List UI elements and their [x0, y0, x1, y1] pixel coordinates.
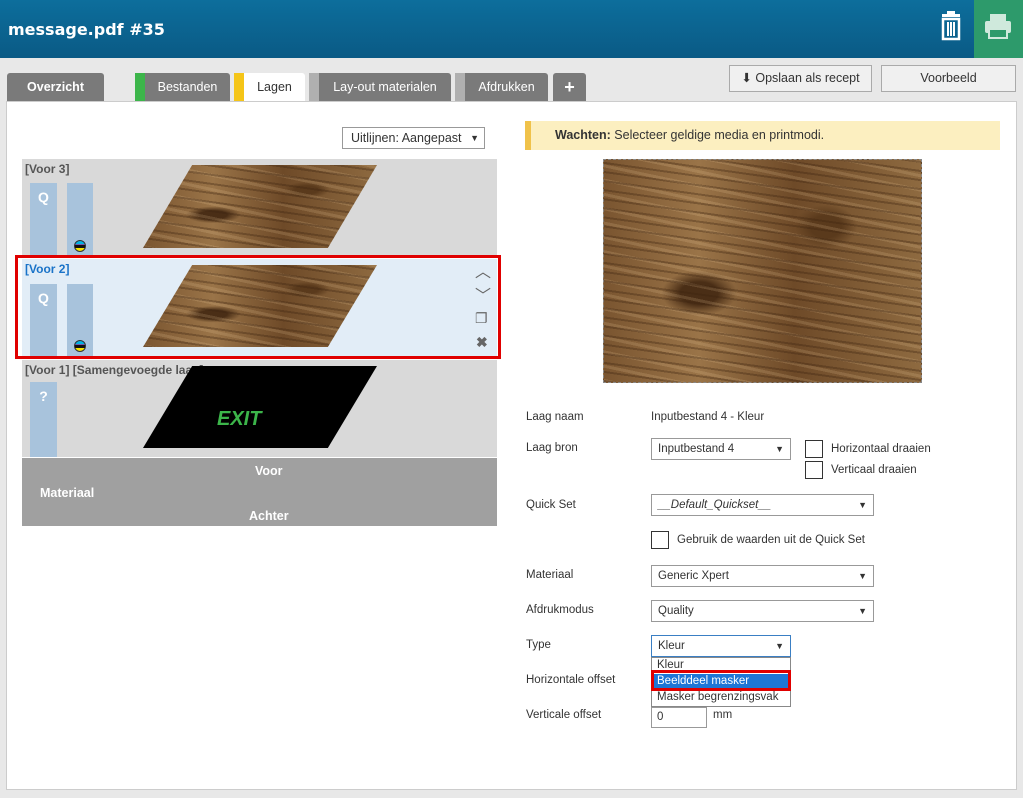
- cmyk-icon: [74, 240, 86, 252]
- status-bar: [309, 73, 319, 102]
- layer-name: [Voor 3]: [25, 162, 70, 176]
- flip-horizontal-label: Horizontaal draaien: [831, 443, 931, 455]
- printmode-label: Afdrukmodus: [526, 604, 594, 616]
- layer-name: [Voor 1] [Samengevoegde laag]: [25, 363, 204, 377]
- color-indicator: [67, 183, 93, 258]
- download-icon: ⬇: [741, 71, 752, 85]
- v-offset-label: Verticale offset: [526, 709, 602, 721]
- quality-indicator: ?: [30, 382, 57, 457]
- v-offset-input[interactable]: 0: [651, 707, 707, 728]
- warning-banner: Wachten: Selecteer geldige media en prin…: [525, 121, 1000, 150]
- dropdown-arrow-icon: ▼: [775, 444, 784, 454]
- tab-label: Bestanden: [157, 80, 218, 94]
- material-select[interactable]: Generic Xpert ▼: [651, 565, 874, 587]
- printmode-value: Quality: [658, 605, 694, 617]
- layer-name-value: Inputbestand 4 - Kleur: [651, 411, 765, 423]
- exit-sign-text: EXIT: [217, 408, 262, 430]
- quality-indicator: Q: [30, 183, 57, 258]
- material-field-label: Materiaal: [526, 569, 574, 581]
- material-label: Materiaal: [40, 486, 95, 500]
- preview-button[interactable]: Voorbeeld: [881, 65, 1016, 92]
- warning-title: Wachten:: [555, 128, 611, 142]
- dropdown-arrow-icon: ▼: [858, 606, 867, 616]
- save-recipe-label: Opslaan als recept: [755, 71, 860, 85]
- dropdown-arrow-icon: ▼: [858, 571, 867, 581]
- warning-text: Selecteer geldige media en printmodi.: [614, 128, 825, 142]
- print-button[interactable]: [974, 0, 1023, 58]
- type-label: Type: [526, 639, 551, 651]
- flip-horizontal-checkbox[interactable]: [805, 440, 823, 458]
- tab-lagen[interactable]: Lagen: [234, 73, 305, 104]
- plus-icon: +: [564, 77, 575, 97]
- tab-layout-materialen[interactable]: Lay-out materialen: [309, 73, 451, 102]
- dropdown-arrow-icon: ▼: [470, 133, 479, 143]
- layer-name-label: Laag naam: [526, 411, 584, 423]
- unit-label: mm: [713, 709, 733, 721]
- highlight-box: [651, 670, 791, 691]
- layer-row-voor-3[interactable]: [Voor 3] Q: [22, 159, 497, 258]
- flip-vertical-label: Verticaal draaien: [831, 464, 917, 476]
- tab-afdrukken[interactable]: Afdrukken: [455, 73, 548, 102]
- quickset-label: Quick Set: [526, 499, 576, 511]
- use-quickset-checkbox[interactable]: [651, 531, 669, 549]
- material-bar: Voor Materiaal Achter: [22, 458, 497, 526]
- tab-label: Overzicht: [27, 80, 84, 94]
- quality-label: ?: [39, 388, 48, 404]
- layer-row-voor-1[interactable]: [Voor 1] [Samengevoegde laag] ? EXIT: [22, 360, 497, 457]
- layer-preview-image: [603, 159, 922, 383]
- quickset-value: __Default_Quickset__: [658, 499, 772, 511]
- v-offset-value: 0: [657, 711, 664, 723]
- type-value: Kleur: [658, 640, 685, 652]
- h-offset-label: Horizontale offset: [526, 674, 616, 686]
- printer-icon: [985, 14, 1011, 39]
- trash-icon[interactable]: [936, 10, 966, 44]
- quality-label: Q: [38, 189, 49, 205]
- tab-label: Lagen: [257, 80, 292, 94]
- dropdown-arrow-icon: ▼: [858, 500, 867, 510]
- layer-source-value: Inputbestand 4: [658, 443, 735, 455]
- type-option-masker-begrenzingsvak[interactable]: Masker begrenzingsvak: [652, 690, 790, 706]
- highlight-box: [15, 255, 501, 359]
- align-select[interactable]: Uitlijnen: Aangepast ▼: [342, 127, 485, 149]
- preview-label: Voorbeeld: [920, 71, 977, 85]
- status-bar: [135, 73, 145, 102]
- layer-source-label: Laag bron: [526, 442, 578, 454]
- layer-source-select[interactable]: Inputbestand 4 ▼: [651, 438, 791, 460]
- save-recipe-button[interactable]: ⬇ Opslaan als recept: [729, 65, 872, 92]
- status-bar: [234, 73, 244, 102]
- quickset-select[interactable]: __Default_Quickset__ ▼: [651, 494, 874, 516]
- use-quickset-label: Gebruik de waarden uit de Quick Set: [677, 534, 865, 546]
- document-title: message.pdf #35: [8, 20, 165, 39]
- tab-label: Lay-out materialen: [333, 80, 437, 94]
- type-select[interactable]: Kleur ▼: [651, 635, 791, 657]
- flip-vertical-checkbox[interactable]: [805, 461, 823, 479]
- status-bar: [455, 73, 465, 102]
- tab-label: Afdrukken: [478, 80, 535, 94]
- tab-bestanden[interactable]: Bestanden: [135, 73, 230, 102]
- material-back-label: Achter: [249, 509, 289, 523]
- dropdown-arrow-icon: ▼: [775, 641, 784, 651]
- tab-overzicht[interactable]: Overzicht: [7, 73, 104, 102]
- material-front-label: Voor: [255, 464, 283, 478]
- material-value: Generic Xpert: [658, 570, 729, 582]
- layer-thumbnail: EXIT: [143, 366, 377, 448]
- add-tab-button[interactable]: +: [553, 73, 586, 102]
- layer-thumbnail: [143, 165, 377, 248]
- app-header: message.pdf #35: [0, 0, 1023, 58]
- align-select-value: Uitlijnen: Aangepast: [351, 131, 462, 145]
- printmode-select[interactable]: Quality ▼: [651, 600, 874, 622]
